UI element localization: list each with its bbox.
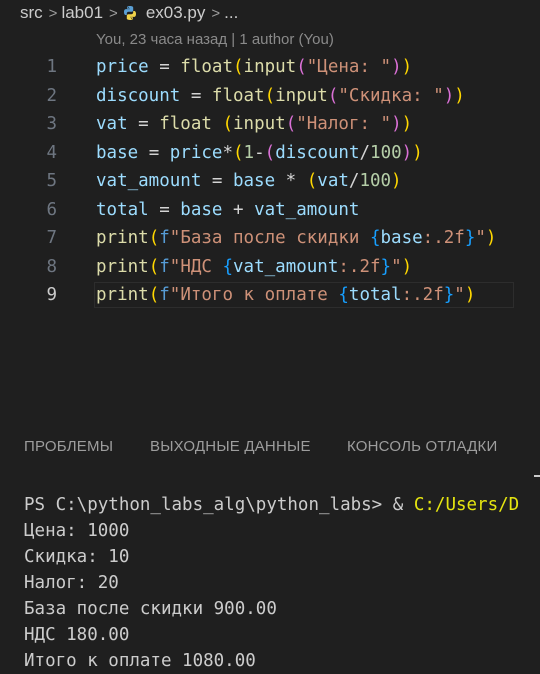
- terminal-output[interactable]: PS C:\python_labs_alg\python_labs> & C:/…: [24, 492, 519, 674]
- code-line: 7 print(f"База после скидки {base:.2f}"): [0, 224, 540, 253]
- code-line: 4 base = price*(1-(discount/100)): [0, 139, 540, 168]
- code-line: 1 price = float(input("Цена: ")): [0, 53, 540, 82]
- code-text: print(f"База после скидки {base:.2f}"): [96, 228, 497, 248]
- breadcrumb: src > lab01 > ex03.py > ...: [0, 0, 540, 26]
- code-line: 8 print(f"НДС {vat_amount:.2f}"): [0, 253, 540, 282]
- panel-tabs: ПРОБЛЕМЫ ВЫХОДНЫЕ ДАННЫЕ КОНСОЛЬ ОТЛАДКИ: [0, 438, 540, 477]
- tab-problems[interactable]: ПРОБЛЕМЫ: [24, 438, 113, 455]
- code-text: total = base + vat_amount: [96, 199, 360, 220]
- terminal-line: Скидка: 10: [24, 547, 130, 567]
- code-editor[interactable]: 1 price = float(input("Цена: ")) 2 discoun…: [0, 53, 540, 310]
- code-line-active: 9 print(f"Итого к оплате {total:.2f}"): [0, 281, 540, 310]
- code-line: 3 vat = float (input("Налог: ")): [0, 110, 540, 139]
- chevron-right-icon: >: [211, 4, 221, 22]
- code-text: vat_amount = base * (vat/100): [96, 171, 402, 191]
- terminal-line: Налог: 20: [24, 573, 119, 593]
- terminal-line: Итого к оплате 1080.00: [24, 651, 256, 671]
- git-blame-annotation[interactable]: You, 23 часа назад | 1 author (You): [96, 31, 334, 48]
- terminal-line: НДС 180.00: [24, 625, 130, 645]
- code-text: discount = float(input("Скидка: ")): [96, 85, 465, 106]
- breadcrumb-src[interactable]: src: [0, 3, 43, 23]
- terminal-prompt: PS C:\python_labs_alg\python_labs>: [24, 495, 393, 515]
- line-number: 1: [46, 57, 57, 77]
- chevron-right-icon: >: [109, 4, 118, 22]
- python-file-icon: [123, 6, 136, 20]
- bottom-panel: ПРОБЛЕМЫ ВЫХОДНЫЕ ДАННЫЕ КОНСОЛЬ ОТЛАДКИ…: [0, 420, 540, 671]
- line-number: 3: [46, 114, 57, 134]
- code-text: print(f"НДС {vat_amount:.2f}"): [96, 256, 413, 277]
- breadcrumb-trail[interactable]: ...: [224, 3, 238, 23]
- code-line: 6 total = base + vat_amount: [0, 196, 540, 225]
- code-text: print(f"Итого к оплате {total:.2f}"): [96, 285, 476, 305]
- breadcrumb-file[interactable]: ex03.py: [146, 3, 206, 23]
- terminal-line: Цена: 1000: [24, 521, 130, 541]
- line-number: 7: [46, 228, 57, 248]
- line-number: 2: [46, 85, 57, 106]
- chevron-right-icon: >: [48, 4, 58, 22]
- terminal-line: База после скидки 900.00: [24, 599, 277, 619]
- code-text: price = float(input("Цена: ")): [96, 57, 413, 77]
- tab-output[interactable]: ВЫХОДНЫЕ ДАННЫЕ: [150, 438, 311, 455]
- line-number: 5: [46, 171, 57, 191]
- terminal-command: C:/Users/D: [413, 495, 520, 515]
- code-text: vat = float (input("Налог: ")): [96, 114, 413, 134]
- code-text: base = price*(1-(discount/100)): [96, 142, 423, 163]
- code-line: 5 vat_amount = base * (vat/100): [0, 167, 540, 196]
- line-number: 4: [46, 142, 57, 163]
- line-number: 8: [46, 256, 57, 277]
- line-number: 9: [46, 285, 57, 305]
- tab-debug-console[interactable]: КОНСОЛЬ ОТЛАДКИ: [347, 438, 497, 455]
- breadcrumb-lab01[interactable]: lab01: [61, 3, 103, 23]
- terminal-operator: &: [392, 495, 414, 515]
- code-line: 2 discount = float(input("Скидка: ")): [0, 82, 540, 111]
- terminal-prompt-line: PS C:\python_labs_alg\python_labs> & C:/…: [24, 492, 519, 518]
- active-tab-indicator: [534, 475, 540, 477]
- line-number: 6: [46, 199, 57, 220]
